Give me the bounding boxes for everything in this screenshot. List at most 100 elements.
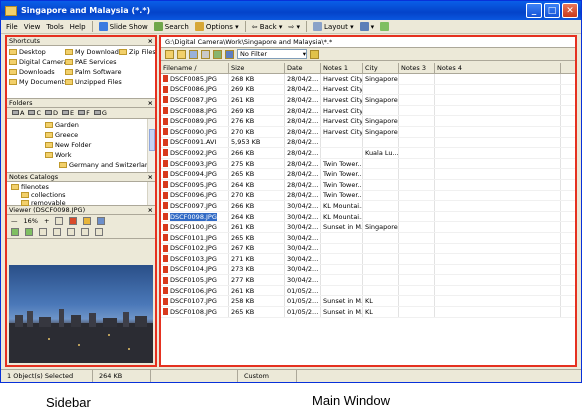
select-icon[interactable] [81, 228, 89, 237]
magnifier-icon[interactable] [39, 228, 47, 237]
table-row[interactable]: DSCF0086.JPG 269 KB 28/04/2... Harvest City… [161, 84, 575, 96]
catalog-collections[interactable]: collections [21, 191, 66, 199]
table-row[interactable]: DSCF0103.JPG 271 KB 30/04/2... [161, 254, 575, 265]
shortcut-downloads[interactable]: Downloads [9, 68, 55, 76]
column-notes1[interactable]: Notes 1 [321, 63, 363, 73]
tree-node-work[interactable]: Work [45, 151, 71, 159]
image-preview[interactable] [9, 265, 153, 363]
slideshow-button[interactable]: Slide Show [96, 22, 151, 31]
catalog-scrollbar[interactable] [147, 182, 155, 205]
cell-text: 28/04/2... [287, 138, 319, 147]
check-icon[interactable] [95, 228, 103, 237]
sort-icon[interactable] [213, 49, 222, 59]
column-notes4[interactable]: Notes 4 [435, 63, 561, 73]
table-row[interactable]: DSCF0101.JPG 265 KB 30/04/2... [161, 232, 575, 244]
zoom-out-button[interactable]: — [11, 217, 18, 225]
tree-node-new-folder[interactable]: New Folder [45, 141, 91, 149]
tree-node-germany[interactable]: Germany and Switzerland [59, 161, 153, 169]
table-row[interactable]: DSCF0104.JPG 273 KB 30/04/2... [161, 264, 575, 276]
stop-icon[interactable] [69, 216, 78, 225]
view-mode-button[interactable]: ▾ [357, 22, 378, 31]
drive-e[interactable]: E [62, 109, 74, 117]
table-row[interactable]: DSCF0096.JPG 270 KB 28/04/2... Twin Tower..… [161, 190, 575, 202]
table-row[interactable]: DSCF0085.JPG 268 KB 28/04/2... Harvest City… [161, 74, 575, 85]
column-notes3[interactable]: Notes 3 [399, 63, 435, 73]
refresh-button[interactable] [377, 22, 394, 31]
thumbnails-icon[interactable] [189, 49, 198, 59]
table-row[interactable]: DSCF0108.JPG 265 KB 01/05/2... Sunset in M.… [161, 307, 575, 318]
back-button[interactable]: ⇦ Back ▾ [249, 23, 286, 31]
tree-node-garden[interactable]: Garden [45, 121, 79, 129]
table-row[interactable]: DSCF0088.JPG 269 KB 28/04/2... Harvest City… [161, 105, 575, 117]
rotate-right-icon[interactable] [25, 228, 33, 237]
shortcut-pae-services[interactable]: PAE Services [65, 58, 117, 66]
catalog-removable[interactable]: removable [21, 199, 66, 207]
filter-edit-icon[interactable] [310, 49, 319, 59]
column-city[interactable]: City [363, 63, 399, 73]
close-icon[interactable]: × [148, 173, 155, 181]
table-row[interactable]: DSCF0106.JPG 261 KB 01/05/2... [161, 285, 575, 297]
layout-button[interactable]: Layout ▾ [310, 22, 357, 31]
table-row[interactable]: DSCF0097.JPG 266 KB 30/04/2... KL Mountai..… [161, 201, 575, 212]
shortcut-zip-files[interactable]: Zip Files [119, 48, 155, 56]
new-folder-icon[interactable] [177, 49, 186, 59]
scroll-thumb[interactable] [149, 129, 155, 151]
table-row[interactable]: DSCF0089.JPG 276 KB 28/04/2... Harvest City… [161, 116, 575, 127]
forward-button[interactable]: ⇨ ▾ [285, 23, 303, 31]
table-row[interactable]: DSCF0092.JPG 266 KB 28/04/2... Kuala Lu... [161, 148, 575, 159]
close-icon[interactable]: × [148, 37, 155, 45]
table-row[interactable]: DSCF0093.JPG 275 KB 28/04/2... Twin Tower..… [161, 158, 575, 170]
maximize-button[interactable]: □ [544, 3, 560, 18]
table-row[interactable]: DSCF0094.JPG 265 KB 28/04/2... Twin Tower..… [161, 169, 575, 180]
search-button[interactable]: Search [151, 22, 192, 31]
drive-d[interactable]: D [45, 109, 58, 117]
shortcut-unzipped-files[interactable]: Unzipped Files [65, 78, 122, 86]
shortcut-palm-software[interactable]: Palm Software [65, 68, 121, 76]
photo-icon[interactable] [97, 216, 106, 225]
column-date[interactable]: Date [285, 63, 321, 73]
drive-g[interactable]: G [93, 109, 107, 117]
folder-scrollbar[interactable] [147, 119, 155, 172]
close-button[interactable]: ✕ [562, 3, 578, 18]
hand-icon[interactable] [53, 228, 61, 237]
table-row[interactable]: DSCF0091.AVI 5,953 KB 28/04/2... [161, 137, 575, 149]
table-row[interactable]: DSCF0107.JPG 258 KB 01/05/2... Sunset in M.… [161, 296, 575, 308]
shortcut-desktop[interactable]: Desktop [9, 48, 46, 56]
edit-icon[interactable] [83, 216, 92, 225]
menu-tools[interactable]: Tools [43, 23, 66, 31]
drive-a[interactable]: A [12, 109, 24, 117]
drive-c[interactable]: C [28, 109, 41, 117]
close-icon[interactable]: × [148, 99, 155, 107]
title-bar[interactable]: Singapore and Malaysia (*.*) _ □ ✕ [1, 1, 581, 20]
table-row[interactable]: DSCF0102.JPG 267 KB 30/04/2... [161, 243, 575, 255]
table-row[interactable]: DSCF0098.JPG 264 KB 30/04/2... KL Mountai..… [161, 211, 575, 223]
folder-up-icon[interactable] [165, 49, 174, 59]
shortcut-my-documents[interactable]: My Documents [9, 78, 68, 86]
options-button[interactable]: Options ▾ [192, 22, 242, 31]
shortcut-my-downloads[interactable]: My Downloads [65, 48, 122, 56]
path-bar[interactable]: G:\Digital Camera\Work\Singapore and Mal… [161, 37, 575, 48]
column-size[interactable]: Size [229, 63, 285, 73]
catalog-filenotes[interactable]: filenotes [11, 183, 49, 191]
drive-f[interactable]: F [78, 109, 90, 117]
table-row[interactable]: DSCF0105.JPG 277 KB 30/04/2... [161, 275, 575, 286]
menu-file[interactable]: File [3, 23, 21, 31]
table-row[interactable]: DSCF0100.JPG 261 KB 30/04/2... Sunset in M.… [161, 222, 575, 233]
details-icon[interactable] [201, 49, 210, 59]
tree-node-greece[interactable]: Greece [45, 131, 78, 139]
filter-dropdown[interactable]: No Filter ▾ [237, 49, 307, 59]
menu-view[interactable]: View [21, 23, 44, 31]
table-row[interactable]: DSCF0090.JPG 270 KB 28/04/2... Harvest City… [161, 126, 575, 138]
table-row[interactable]: DSCF0087.JPG 261 KB 28/04/2... Harvest City… [161, 95, 575, 106]
column-filename[interactable]: Filename / [161, 63, 229, 73]
fit-icon[interactable] [55, 216, 64, 225]
crop-icon[interactable] [67, 228, 75, 237]
filter-icon[interactable] [225, 49, 234, 59]
shortcut-digital-camera[interactable]: Digital Camera [9, 58, 68, 66]
table-row[interactable]: DSCF0095.JPG 264 KB 28/04/2... Twin Tower..… [161, 179, 575, 191]
rotate-left-icon[interactable] [11, 228, 19, 237]
zoom-in-button[interactable]: + [44, 217, 49, 225]
menu-help[interactable]: Help [67, 23, 89, 31]
close-icon[interactable]: × [148, 206, 155, 214]
minimize-button[interactable]: _ [526, 3, 542, 18]
